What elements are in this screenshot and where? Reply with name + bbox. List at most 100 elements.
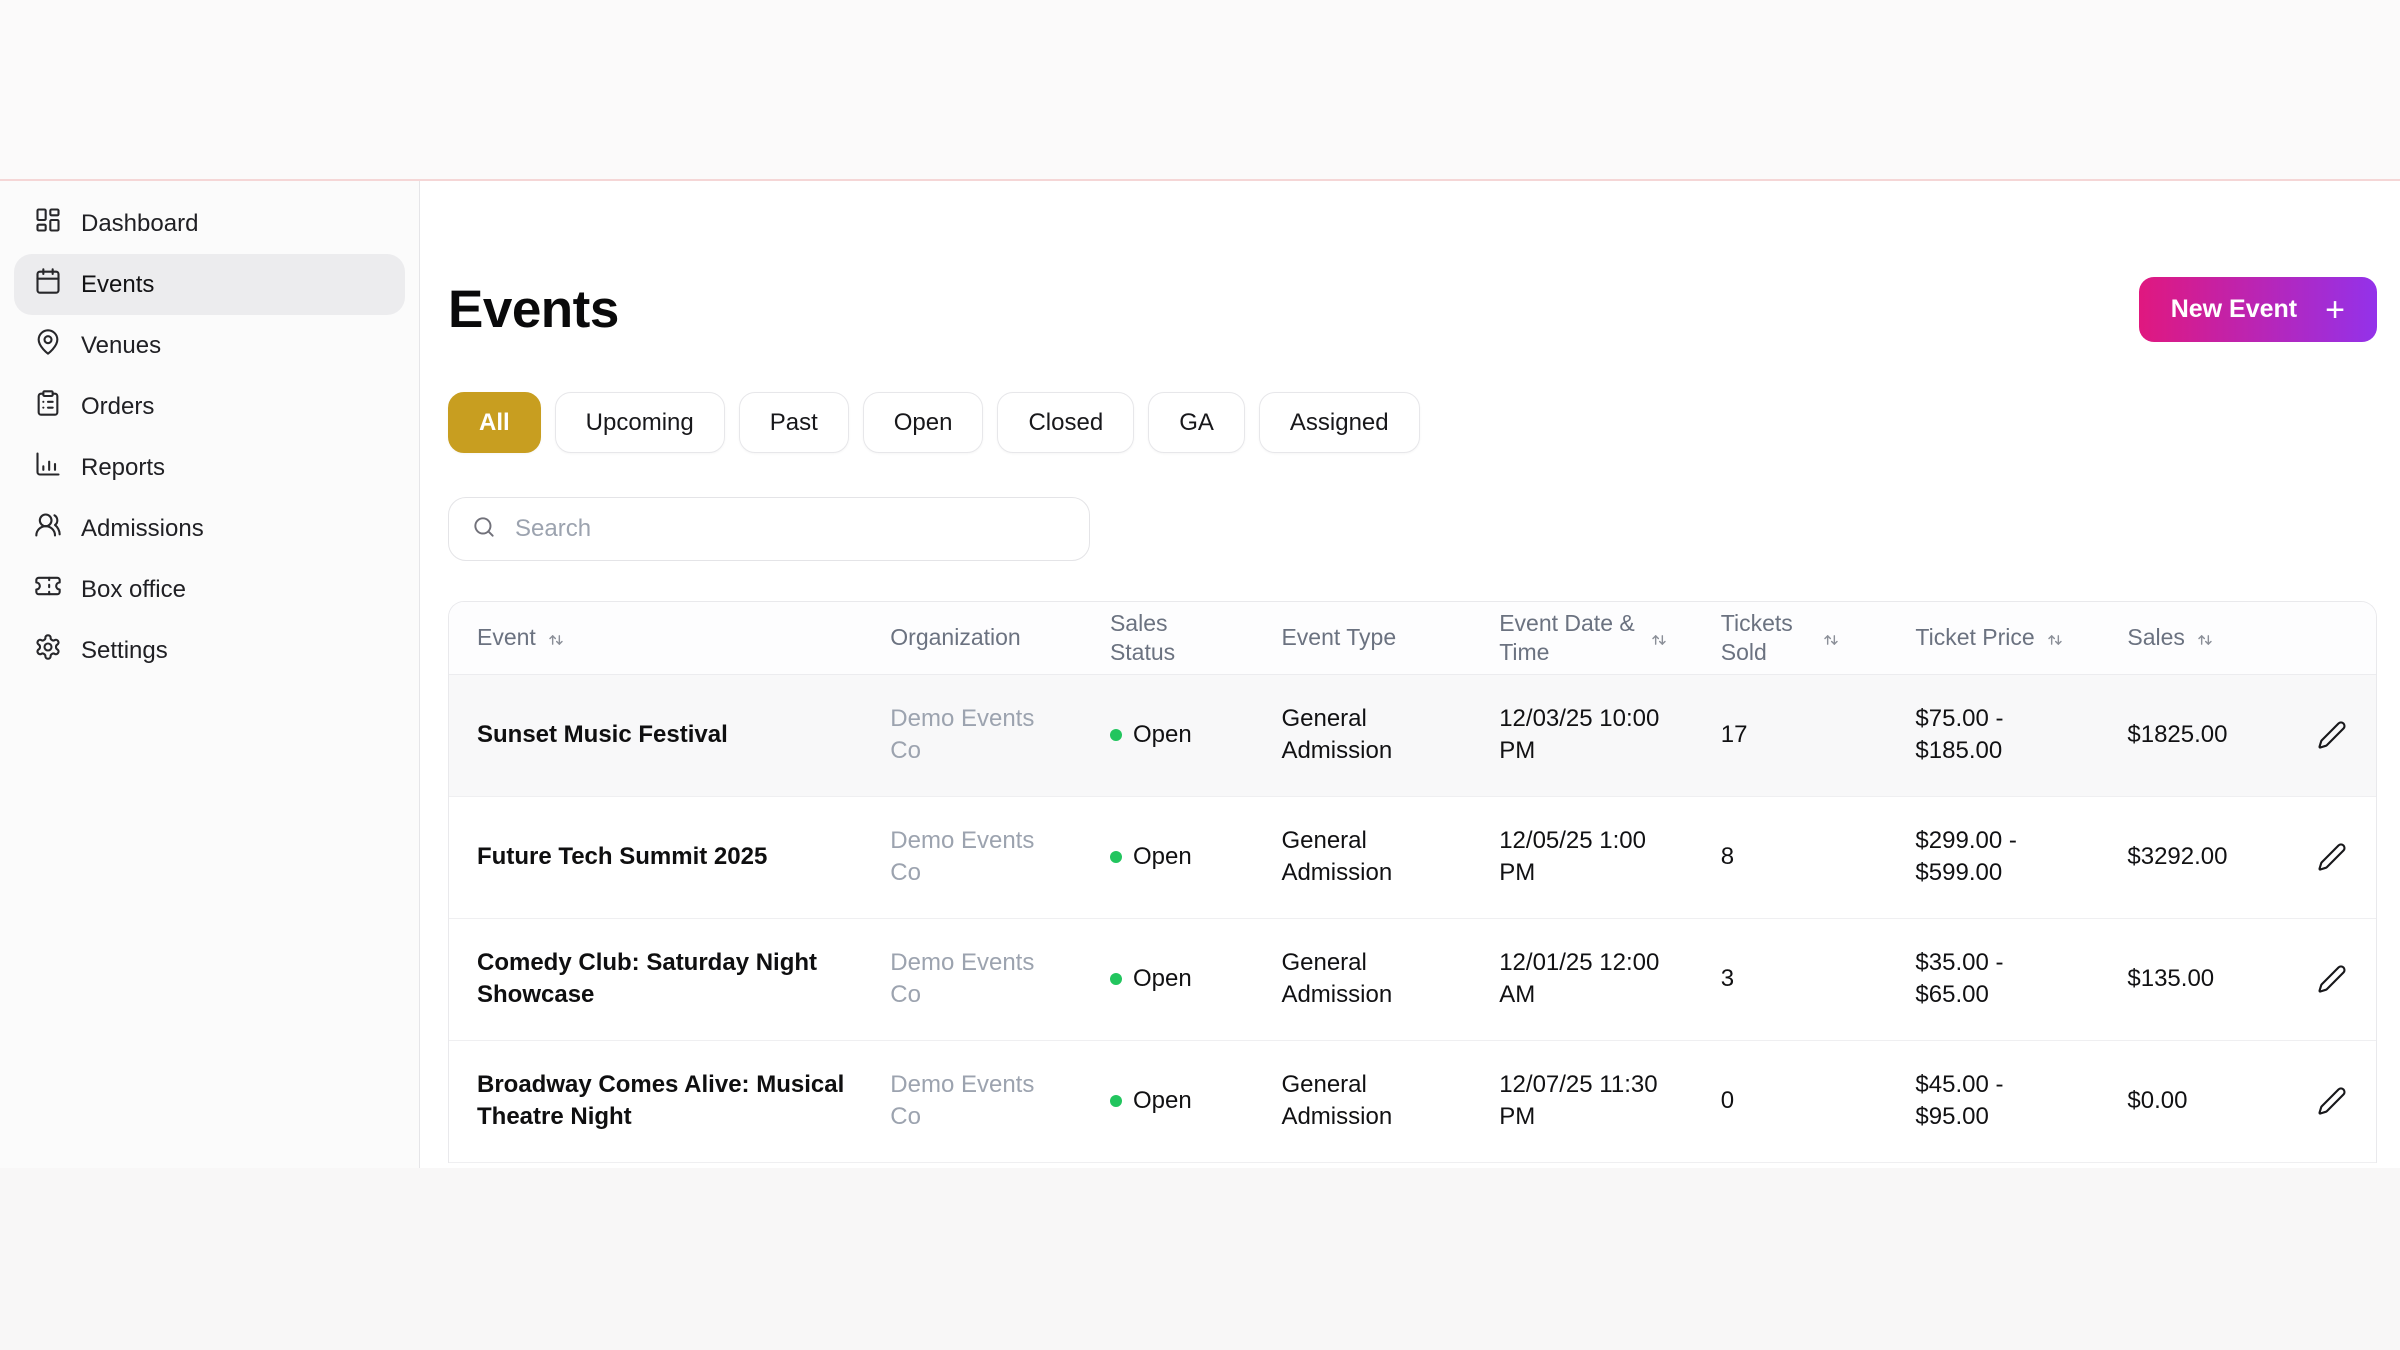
status-dot-icon xyxy=(1109,1095,1122,1107)
filter-chip-closed[interactable]: Closed xyxy=(997,392,1135,453)
column-header-date[interactable]: Event Date & Time xyxy=(1499,602,1721,675)
sidebar-item-orders[interactable]: Orders xyxy=(14,376,405,437)
new-event-label: New Event xyxy=(2170,295,2298,323)
sidebar-item-venues[interactable]: Venues xyxy=(14,315,405,376)
table-row[interactable]: Sunset Music Festival Demo Events Co Ope… xyxy=(449,674,2376,797)
map-pin-icon xyxy=(34,328,62,363)
sales-total: $1825.00 xyxy=(2127,721,2228,748)
pencil-icon xyxy=(2318,1087,2346,1115)
sidebar-item-label: Dashboard xyxy=(81,209,199,237)
filter-chip-all[interactable]: All xyxy=(448,392,541,453)
ticket-price: $45.00 - $95.00 xyxy=(1915,1071,2004,1130)
app-shell: Dashboard Events Venues Orders Reports A… xyxy=(0,181,2400,1168)
event-datetime: 12/03/25 10:00 PM xyxy=(1499,705,1660,764)
sort-icon xyxy=(2045,628,2065,648)
organization: Demo Events Co xyxy=(890,827,1035,886)
filter-chip-upcoming[interactable]: Upcoming xyxy=(554,392,725,453)
ticket-icon xyxy=(34,572,62,607)
event-type: General Admission xyxy=(1281,705,1393,764)
event-type: General Admission xyxy=(1281,827,1393,886)
sidebar-item-label: Admissions xyxy=(81,514,204,542)
sales-total: $3292.00 xyxy=(2127,843,2228,870)
gear-icon xyxy=(34,633,62,668)
sales-total: $0.00 xyxy=(2127,1087,2188,1114)
new-event-button[interactable]: New Event + xyxy=(2138,277,2377,342)
event-name: Broadway Comes Alive: Musical Theatre Ni… xyxy=(477,1071,845,1130)
dashboard-icon xyxy=(34,206,62,241)
edit-event-button[interactable] xyxy=(2309,720,2356,750)
filter-chip-past[interactable]: Past xyxy=(738,392,849,453)
plus-icon: + xyxy=(2325,290,2345,329)
column-header-tickets-sold[interactable]: Tickets Sold xyxy=(1720,602,1916,675)
main-content: Events New Event + All Upcoming Past Ope… xyxy=(420,181,2400,1168)
status-badge: Open xyxy=(1109,841,1262,873)
edit-event-button[interactable] xyxy=(2309,964,2356,994)
bar-chart-icon xyxy=(34,450,62,485)
search-bar xyxy=(448,497,1090,561)
column-header-event-type[interactable]: Event Type xyxy=(1281,602,1500,675)
sales-total: $135.00 xyxy=(2127,965,2215,992)
status-dot-icon xyxy=(1109,973,1122,985)
edit-event-button[interactable] xyxy=(2309,1086,2356,1116)
event-name: Comedy Club: Saturday Night Showcase xyxy=(477,949,818,1008)
column-header-event[interactable]: Event xyxy=(449,602,891,675)
sidebar-item-label: Settings xyxy=(81,636,168,664)
table-row[interactable]: Comedy Club: Saturday Night Showcase Dem… xyxy=(449,918,2376,1041)
sidebar-item-settings[interactable]: Settings xyxy=(14,620,405,681)
column-header-organization[interactable]: Organization xyxy=(890,602,1110,675)
filter-chip-open[interactable]: Open xyxy=(862,392,984,453)
status-badge: Open xyxy=(1109,719,1262,751)
clipboard-icon xyxy=(34,389,62,424)
ticket-price: $299.00 - $599.00 xyxy=(1915,827,2017,886)
calendar-icon xyxy=(34,267,62,302)
sort-icon xyxy=(546,628,566,648)
sidebar-item-box-office[interactable]: Box office xyxy=(14,559,405,620)
sidebar-item-events[interactable]: Events xyxy=(14,254,405,315)
search-icon xyxy=(471,514,497,545)
ticket-price: $75.00 - $185.00 xyxy=(1915,705,2004,764)
tickets-sold: 3 xyxy=(1720,965,1735,992)
column-header-ticket-price[interactable]: Ticket Price xyxy=(1915,602,2128,675)
sidebar-item-label: Events xyxy=(81,270,155,298)
sidebar-item-label: Orders xyxy=(81,392,155,420)
status-dot-icon xyxy=(1109,729,1122,741)
sidebar-item-reports[interactable]: Reports xyxy=(14,437,405,498)
status-badge: Open xyxy=(1109,1085,1262,1117)
sidebar-item-label: Reports xyxy=(81,453,166,481)
sort-icon xyxy=(1649,628,1669,648)
tickets-sold: 8 xyxy=(1720,843,1735,870)
table-row[interactable]: Future Tech Summit 2025 Demo Events Co O… xyxy=(449,796,2376,919)
pencil-icon xyxy=(2318,965,2346,993)
pencil-icon xyxy=(2318,721,2346,749)
status-badge: Open xyxy=(1109,963,1262,995)
table-row[interactable]: Broadway Comes Alive: Musical Theatre Ni… xyxy=(449,1040,2376,1163)
event-datetime: 12/07/25 11:30 PM xyxy=(1499,1071,1658,1130)
sidebar-item-label: Venues xyxy=(81,331,162,359)
ticket-price: $35.00 - $65.00 xyxy=(1915,949,2004,1008)
events-table: Event Organization Sales Status Event Ty… xyxy=(448,601,2377,1163)
event-name: Sunset Music Festival xyxy=(477,721,728,748)
tickets-sold: 0 xyxy=(1720,1087,1735,1114)
organization: Demo Events Co xyxy=(890,949,1035,1008)
organization: Demo Events Co xyxy=(890,705,1035,764)
top-band xyxy=(0,0,2400,181)
sidebar: Dashboard Events Venues Orders Reports A… xyxy=(0,181,420,1168)
bottom-band xyxy=(0,1168,2400,1348)
filter-chip-assigned[interactable]: Assigned xyxy=(1258,392,1420,453)
column-header-sales-status[interactable]: Sales Status xyxy=(1109,602,1282,675)
event-name: Future Tech Summit 2025 xyxy=(477,843,768,870)
filter-chip-ga[interactable]: GA xyxy=(1148,392,1245,453)
event-datetime: 12/05/25 1:00 PM xyxy=(1499,827,1647,886)
filter-bar: All Upcoming Past Open Closed GA Assigne… xyxy=(448,392,2377,453)
event-type: General Admission xyxy=(1281,949,1393,1008)
sidebar-item-admissions[interactable]: Admissions xyxy=(14,498,405,559)
sidebar-item-dashboard[interactable]: Dashboard xyxy=(14,193,405,254)
table-header-row: Event Organization Sales Status Event Ty… xyxy=(449,602,2376,675)
search-input[interactable] xyxy=(513,514,1067,544)
pencil-icon xyxy=(2318,843,2346,871)
status-dot-icon xyxy=(1109,851,1122,863)
users-icon xyxy=(34,511,62,546)
sort-icon xyxy=(1821,628,1841,648)
edit-event-button[interactable] xyxy=(2309,842,2356,872)
column-header-sales[interactable]: Sales xyxy=(2127,602,2309,675)
